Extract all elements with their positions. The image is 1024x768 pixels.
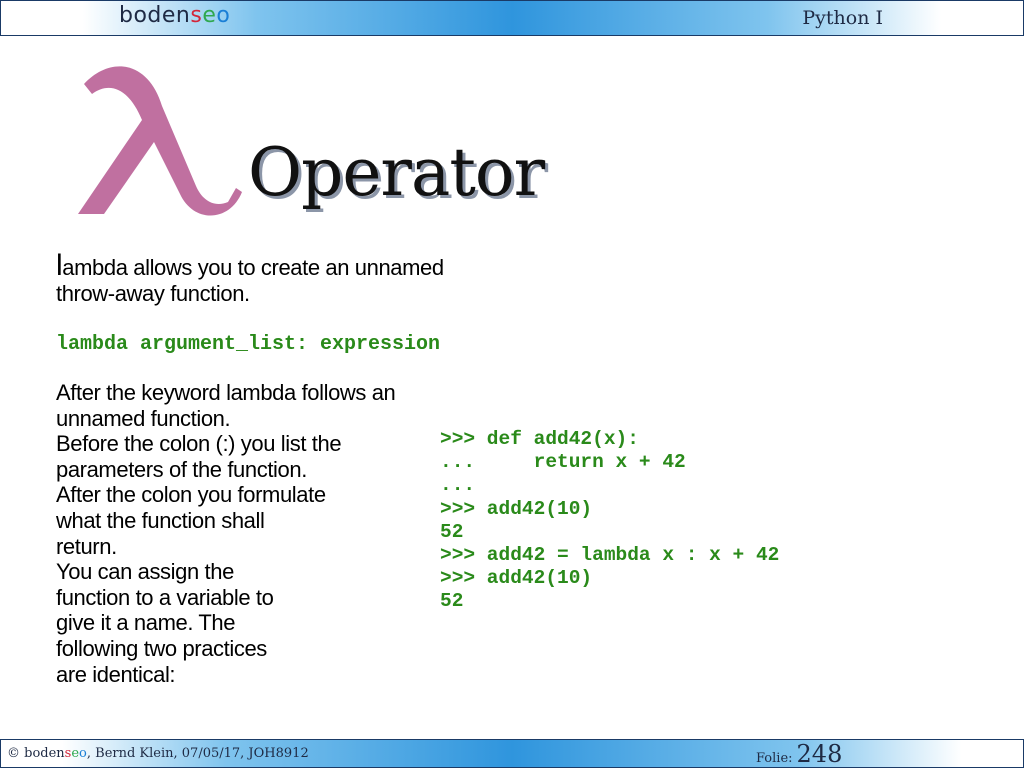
explanation-text: After the keyword lambda follows an unna…	[56, 380, 436, 687]
lambda-symbol-icon	[78, 66, 242, 216]
explanation-line: give it a name. The	[56, 610, 236, 636]
explanation-line: are identical:	[56, 661, 176, 687]
syntax-line: lambda argument_list: expression	[56, 333, 441, 356]
explanation-line: After the colon you formulate	[56, 482, 326, 508]
code-line: >>> def add42(x):	[440, 428, 639, 450]
footer-bar: © bodenseo, Bernd Klein, 07/05/17, JOH89…	[0, 739, 1024, 768]
explanation-line: function to a variable to	[56, 584, 274, 610]
code-line: >>> add42 = lambda x : x + 42	[440, 544, 780, 567]
intro-paragraph: lambda allows you to create an unnamed t…	[56, 251, 496, 307]
explanation-line: what the function shall	[56, 507, 265, 533]
explanation-line: return.	[56, 533, 117, 559]
code-line: ...	[440, 474, 476, 497]
code-line: >>> add42(10)	[440, 497, 593, 520]
course-title: Python I	[802, 7, 883, 29]
slide-heading: Operator	[248, 134, 545, 211]
code-line: >>> add42(10)	[440, 567, 593, 590]
intro-text: ambda allows you to create an unnamed th…	[56, 255, 444, 306]
explanation-line: Before the colon (:) you list the	[56, 431, 342, 457]
header-bar: bodenseo Python I	[0, 0, 1024, 36]
code-line: ... return x + 42	[440, 451, 686, 474]
code-example: >>> def add42(x):... return x + 42... >>>…	[440, 428, 779, 614]
explanation-line: unnamed function.	[56, 405, 231, 431]
code-line: 52	[440, 520, 464, 543]
code-line: 52	[440, 590, 464, 613]
slide-number: Folie: 248	[756, 740, 843, 768]
bodenseo-logo: bodenseo	[119, 3, 231, 28]
footer-copyright: © bodenseo, Bernd Klein, 07/05/17, JOH89…	[7, 746, 309, 761]
explanation-line: parameters of the function.	[56, 456, 307, 482]
explanation-line: following two practices	[56, 635, 267, 661]
explanation-line: You can assign the	[56, 559, 234, 585]
explanation-line: After the keyword lambda follows an	[56, 380, 396, 405]
